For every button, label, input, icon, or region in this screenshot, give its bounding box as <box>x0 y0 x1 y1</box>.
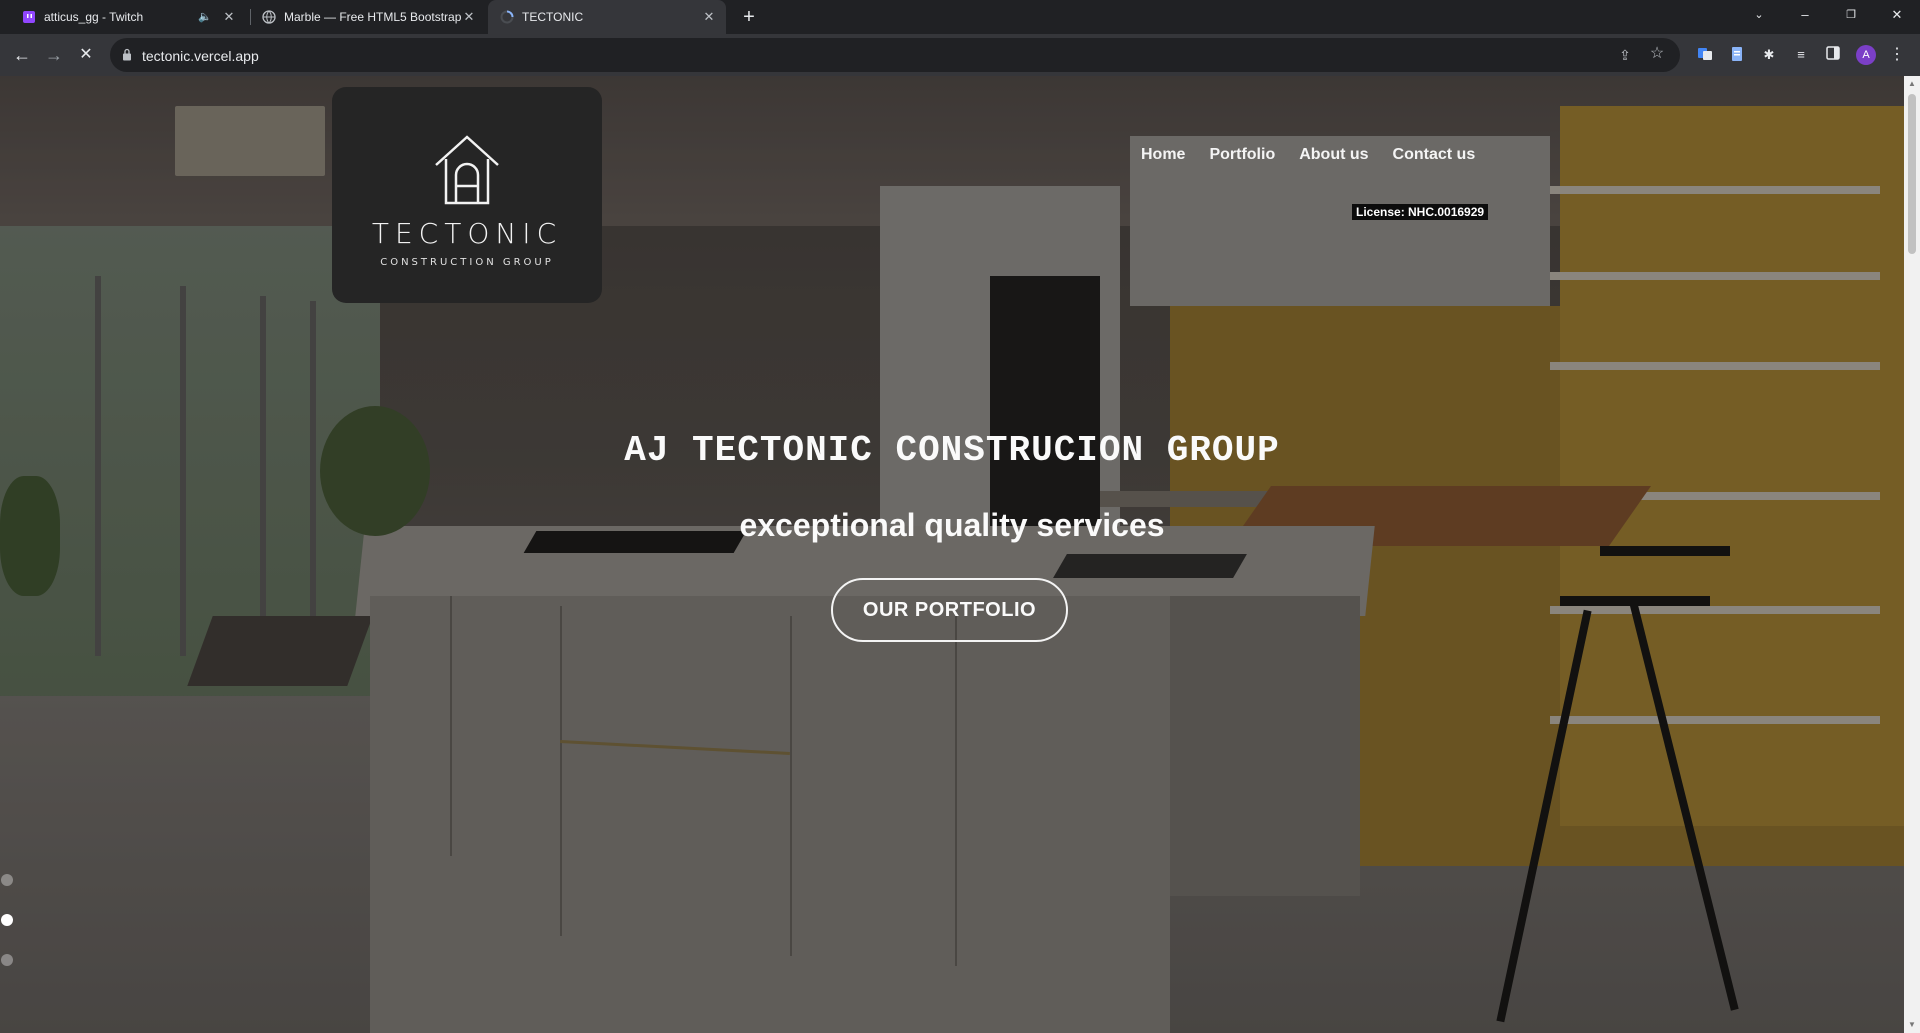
tab-title: TECTONIC <box>522 10 584 24</box>
share-icon[interactable]: ⇪ <box>1616 46 1634 64</box>
nav-about-link[interactable]: About us <box>1299 146 1368 164</box>
hero-subtitle: exceptional quality services <box>739 507 1165 543</box>
main-navigation: Home Portfolio About us Contact us <box>1141 146 1475 164</box>
media-queue-icon[interactable]: ≡ <box>1792 46 1810 64</box>
url-text[interactable]: tectonic.vercel.app <box>142 48 259 64</box>
tab-divider <box>250 9 251 25</box>
close-tab-icon[interactable]: ✕ <box>222 10 236 24</box>
translate-extension-icon[interactable] <box>1696 46 1714 64</box>
nav-contact-link[interactable]: Contact us <box>1393 146 1476 164</box>
menu-kebab-icon[interactable]: ⋮ <box>1888 46 1906 64</box>
extensions-puzzle-icon[interactable]: ✱ <box>1760 46 1778 64</box>
minimize-button[interactable]: – <box>1782 0 1828 30</box>
tab-twitch[interactable]: atticus_gg - Twitch 🔈 ✕ <box>8 0 246 34</box>
twitch-icon <box>22 10 36 24</box>
scrollbar-thumb[interactable] <box>1908 94 1916 254</box>
browser-toolbar: ← → ✕ tectonic.vercel.app ⇪ ☆ ✱ ≡ A ⋮ <box>0 34 1920 76</box>
logo-wordmark: TECTONIC <box>371 217 563 250</box>
globe-icon <box>262 10 276 24</box>
side-panel-icon[interactable] <box>1824 46 1842 64</box>
forward-button[interactable]: → <box>42 43 66 67</box>
address-bar[interactable]: tectonic.vercel.app ⇪ ☆ <box>110 38 1680 72</box>
nav-home-link[interactable]: Home <box>1141 146 1185 164</box>
tab-strip: atticus_gg - Twitch 🔈 ✕ Marble — Free HT… <box>0 0 1920 34</box>
slider-dot-1[interactable] <box>1 874 13 886</box>
logo-tagline: CONSTRUCTION GROUP <box>380 257 554 268</box>
loading-spinner-icon <box>500 10 514 24</box>
scroll-up-arrow[interactable]: ▲ <box>1904 76 1920 92</box>
close-tab-icon[interactable]: ✕ <box>462 10 476 24</box>
hero-title: AJ TECTONIC CONSTRUCION GROUP <box>624 430 1280 471</box>
tab-tectonic[interactable]: TECTONIC ✕ <box>488 0 726 34</box>
hero-overlay <box>0 76 1904 1033</box>
bookmark-star-icon[interactable]: ☆ <box>1648 45 1666 63</box>
scroll-down-arrow[interactable]: ▼ <box>1904 1017 1920 1033</box>
back-button[interactable]: ← <box>10 43 34 67</box>
site-logo[interactable]: TECTONIC CONSTRUCTION GROUP <box>332 87 602 303</box>
tab-search-icon[interactable]: ⌄ <box>1736 0 1782 30</box>
house-logo-icon <box>435 135 499 205</box>
slider-dot-2[interactable] <box>1 914 13 926</box>
slider-dot-3[interactable] <box>1 954 13 966</box>
our-portfolio-button[interactable]: OUR PORTFOLIO <box>831 578 1068 642</box>
nav-portfolio-link[interactable]: Portfolio <box>1209 146 1275 164</box>
license-badge: License: NHC.0016929 <box>1352 204 1489 220</box>
close-window-button[interactable]: ✕ <box>1874 0 1920 30</box>
restore-button[interactable]: ❐ <box>1828 0 1874 30</box>
docs-extension-icon[interactable] <box>1728 46 1746 64</box>
new-tab-button[interactable]: + <box>738 6 760 28</box>
speaker-icon[interactable]: 🔈 <box>198 10 212 23</box>
lock-icon[interactable] <box>122 48 132 61</box>
tab-title: Marble — Free HTML5 Bootstrap <box>284 10 462 24</box>
page-viewport: TECTONIC CONSTRUCTION GROUP Home Portfol… <box>0 76 1904 1033</box>
profile-avatar[interactable]: A <box>1856 45 1876 65</box>
page-scrollbar[interactable]: ▲ ▼ <box>1904 76 1920 1033</box>
close-tab-icon[interactable]: ✕ <box>702 10 716 24</box>
tab-marble[interactable]: Marble — Free HTML5 Bootstrap ✕ <box>252 0 486 34</box>
tab-title: atticus_gg - Twitch <box>44 10 144 24</box>
stop-loading-button[interactable]: ✕ <box>74 43 98 67</box>
